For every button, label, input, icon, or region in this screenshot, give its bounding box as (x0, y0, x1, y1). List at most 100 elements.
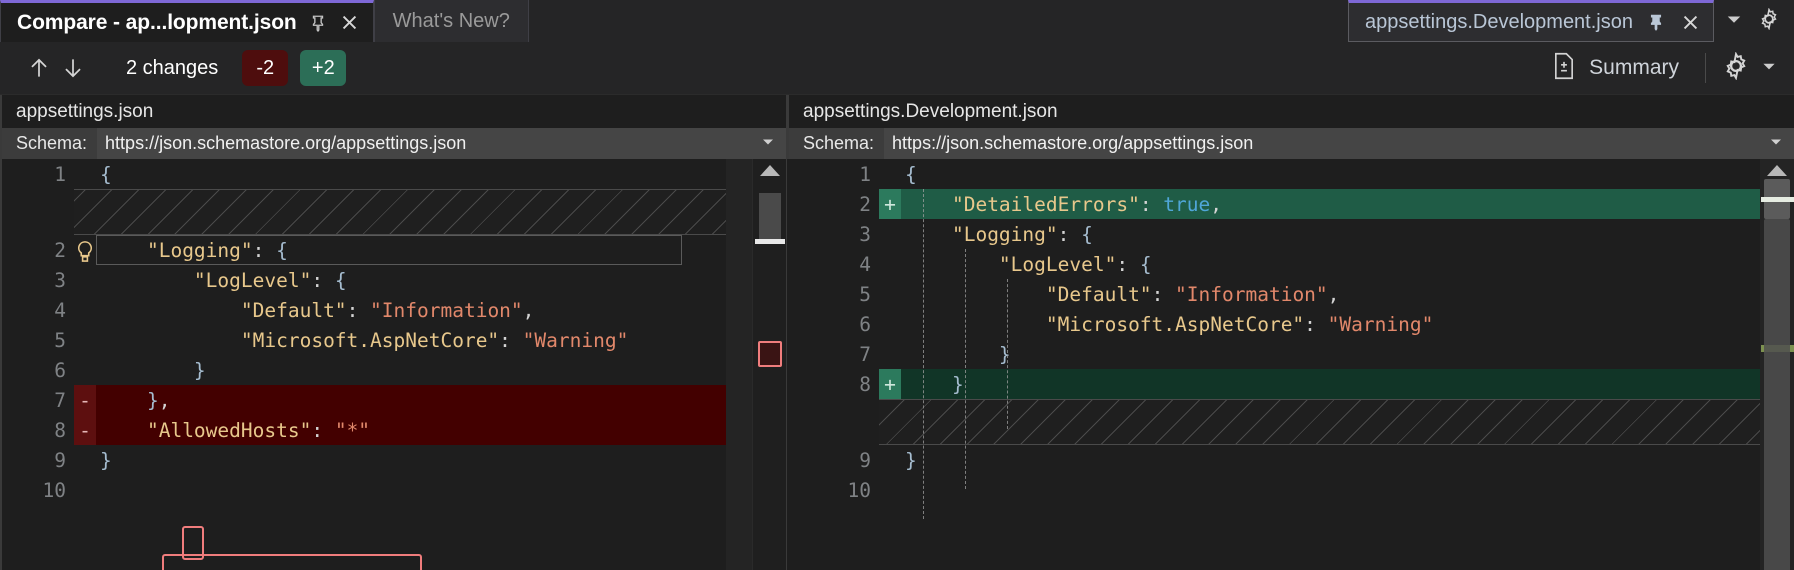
code-line[interactable]: 1{ (2, 159, 726, 189)
line-number: 5 (859, 282, 871, 306)
code-line[interactable]: 3 "Logging": { (787, 219, 1760, 249)
right-scroll-thumb-body[interactable] (1764, 219, 1790, 570)
arrow-down-icon[interactable] (56, 51, 90, 85)
line-number: 10 (847, 478, 871, 502)
code-text: }, (146, 388, 171, 412)
line-number: 8 (859, 372, 871, 396)
code-line[interactable]: 6 "Microsoft.AspNetCore": "Warning" (787, 309, 1760, 339)
code-text: "Logging": { (951, 222, 1093, 246)
indent-guide (965, 249, 966, 489)
left-schema-value: https://json.schemastore.org/appsettings… (105, 133, 467, 153)
code-line[interactable]: 9} (787, 445, 1760, 475)
line-number: 10 (42, 478, 66, 502)
change-marker: + (884, 192, 896, 216)
right-viewport-marker (1761, 197, 1794, 202)
code-line[interactable]: 8- "AllowedHosts": "*" (2, 415, 726, 445)
gear-icon[interactable] (1758, 6, 1780, 35)
line-change-background (879, 369, 1760, 399)
tab-whats-new[interactable]: What's New? (373, 0, 529, 42)
pin-icon[interactable] (307, 12, 329, 34)
line-number: 7 (54, 388, 66, 412)
right-schema-select[interactable]: https://json.schemastore.org/appsettings… (884, 128, 1794, 159)
deleted-allowedhosts-highlight (162, 554, 422, 570)
code-line[interactable]: 10 (2, 475, 726, 505)
code-line[interactable]: 9} (2, 445, 726, 475)
code-line[interactable]: 1{ (787, 159, 1760, 189)
code-text: "Default": "Information", (1045, 282, 1340, 306)
left-code-area[interactable]: 1{2 "Logging": {3 "LogLevel": {4 "Defaul… (0, 159, 786, 570)
code-line[interactable]: 10 (787, 475, 1760, 505)
change-marker: - (79, 388, 91, 412)
left-overview-ruler[interactable] (752, 159, 786, 570)
right-code-area[interactable]: 1{2 + "DetailedErrors": true, 3 "Logging":… (787, 159, 1794, 570)
line-number: 1 (54, 162, 66, 186)
close-icon[interactable] (1679, 11, 1701, 33)
arrow-up-icon[interactable] (22, 51, 56, 85)
chevron-down-icon[interactable] (1724, 9, 1744, 34)
line-number: 3 (54, 268, 66, 292)
right-code-lines: 1{2 + "DetailedErrors": true, 3 "Logging":… (787, 159, 1760, 570)
line-number: 4 (54, 298, 66, 322)
left-overview-change-marker[interactable] (758, 341, 782, 367)
code-line[interactable]: 4 "Default": "Information", (2, 295, 726, 325)
lightbulb-icon[interactable] (74, 240, 96, 269)
line-number: 9 (859, 448, 871, 472)
code-line[interactable]: 5 "Default": "Information", (787, 279, 1760, 309)
pin-icon[interactable] (1645, 11, 1667, 33)
document-tab-appsettings-development[interactable]: appsettings.Development.json (1348, 0, 1714, 42)
code-line[interactable]: 7 } (787, 339, 1760, 369)
diff-viewer-window: Compare - ap...lopment.json What's New? … (0, 0, 1794, 570)
code-line[interactable]: 2 + "DetailedErrors": true, (787, 189, 1760, 219)
change-marker: + (884, 372, 896, 396)
code-line[interactable]: 3 "LogLevel": { (2, 265, 726, 295)
summary-button[interactable]: Summary (1541, 48, 1689, 89)
indent-guide (923, 189, 924, 519)
scroll-up-arrow-icon[interactable] (1767, 165, 1787, 176)
code-text: "Microsoft.AspNetCore": "Warning" (1045, 312, 1434, 336)
diff-panes: appsettings.json Schema: https://json.sc… (0, 95, 1794, 570)
diff-summary-icon (1551, 52, 1577, 85)
diff-settings-button[interactable] (1722, 50, 1778, 85)
tab-compare-label: Compare - ap...lopment.json (17, 10, 297, 34)
code-text: "Default": "Information", (240, 298, 535, 322)
tab-compare[interactable]: Compare - ap...lopment.json (0, 0, 374, 42)
indent-guide (1007, 279, 1008, 429)
left-scroll-track[interactable] (726, 159, 752, 570)
line-number: 9 (54, 448, 66, 472)
scroll-up-arrow-icon[interactable] (759, 165, 780, 176)
code-text: } (905, 448, 917, 472)
left-vertical-scrollbar[interactable] (726, 159, 752, 570)
unchanged-filler-region (879, 399, 1760, 445)
right-diff-pane: appsettings.Development.json Schema: htt… (786, 95, 1794, 570)
code-text: } (998, 342, 1011, 366)
tab-whats-new-label: What's New? (392, 9, 510, 32)
left-pane-header: appsettings.json (0, 95, 786, 128)
right-filename: appsettings.Development.json (803, 100, 1058, 122)
code-line[interactable]: 7- }, (2, 385, 726, 415)
code-line[interactable]: 6 } (2, 355, 726, 385)
deletions-badge: -2 (242, 50, 289, 86)
code-text: "LogLevel": { (193, 268, 347, 292)
code-text: "Microsoft.AspNetCore": "Warning" (240, 328, 629, 352)
right-schema-label: Schema: (789, 128, 885, 159)
code-line[interactable]: 4 "LogLevel": { (787, 249, 1760, 279)
title-bar-spacer (529, 0, 1348, 42)
close-icon[interactable] (339, 12, 361, 34)
left-schema-label: Schema: (2, 128, 98, 159)
left-schema-select[interactable]: https://json.schemastore.org/appsettings… (97, 128, 786, 159)
chevron-down-icon (1760, 57, 1778, 80)
left-schema-bar: Schema: https://json.schemastore.org/app… (0, 128, 786, 159)
code-line[interactable]: 2 "Logging": { (2, 235, 726, 265)
code-line[interactable]: 5 "Microsoft.AspNetCore": "Warning" (2, 325, 726, 355)
code-text: "AllowedHosts": "*" (146, 418, 371, 442)
document-tab-label: appsettings.Development.json (1365, 10, 1633, 33)
code-line[interactable]: 8 + } (787, 369, 1760, 399)
additions-badge: +2 (300, 50, 347, 86)
left-scroll-thumb[interactable] (759, 193, 781, 239)
right-vertical-scrollbar[interactable] (1760, 159, 1794, 570)
line-number: 1 (859, 162, 871, 186)
left-code-lines: 1{2 "Logging": {3 "LogLevel": {4 "Defaul… (2, 159, 726, 570)
code-text: "LogLevel": { (998, 252, 1152, 276)
title-bar-tools (1714, 0, 1794, 42)
line-number: 2 (859, 192, 871, 216)
